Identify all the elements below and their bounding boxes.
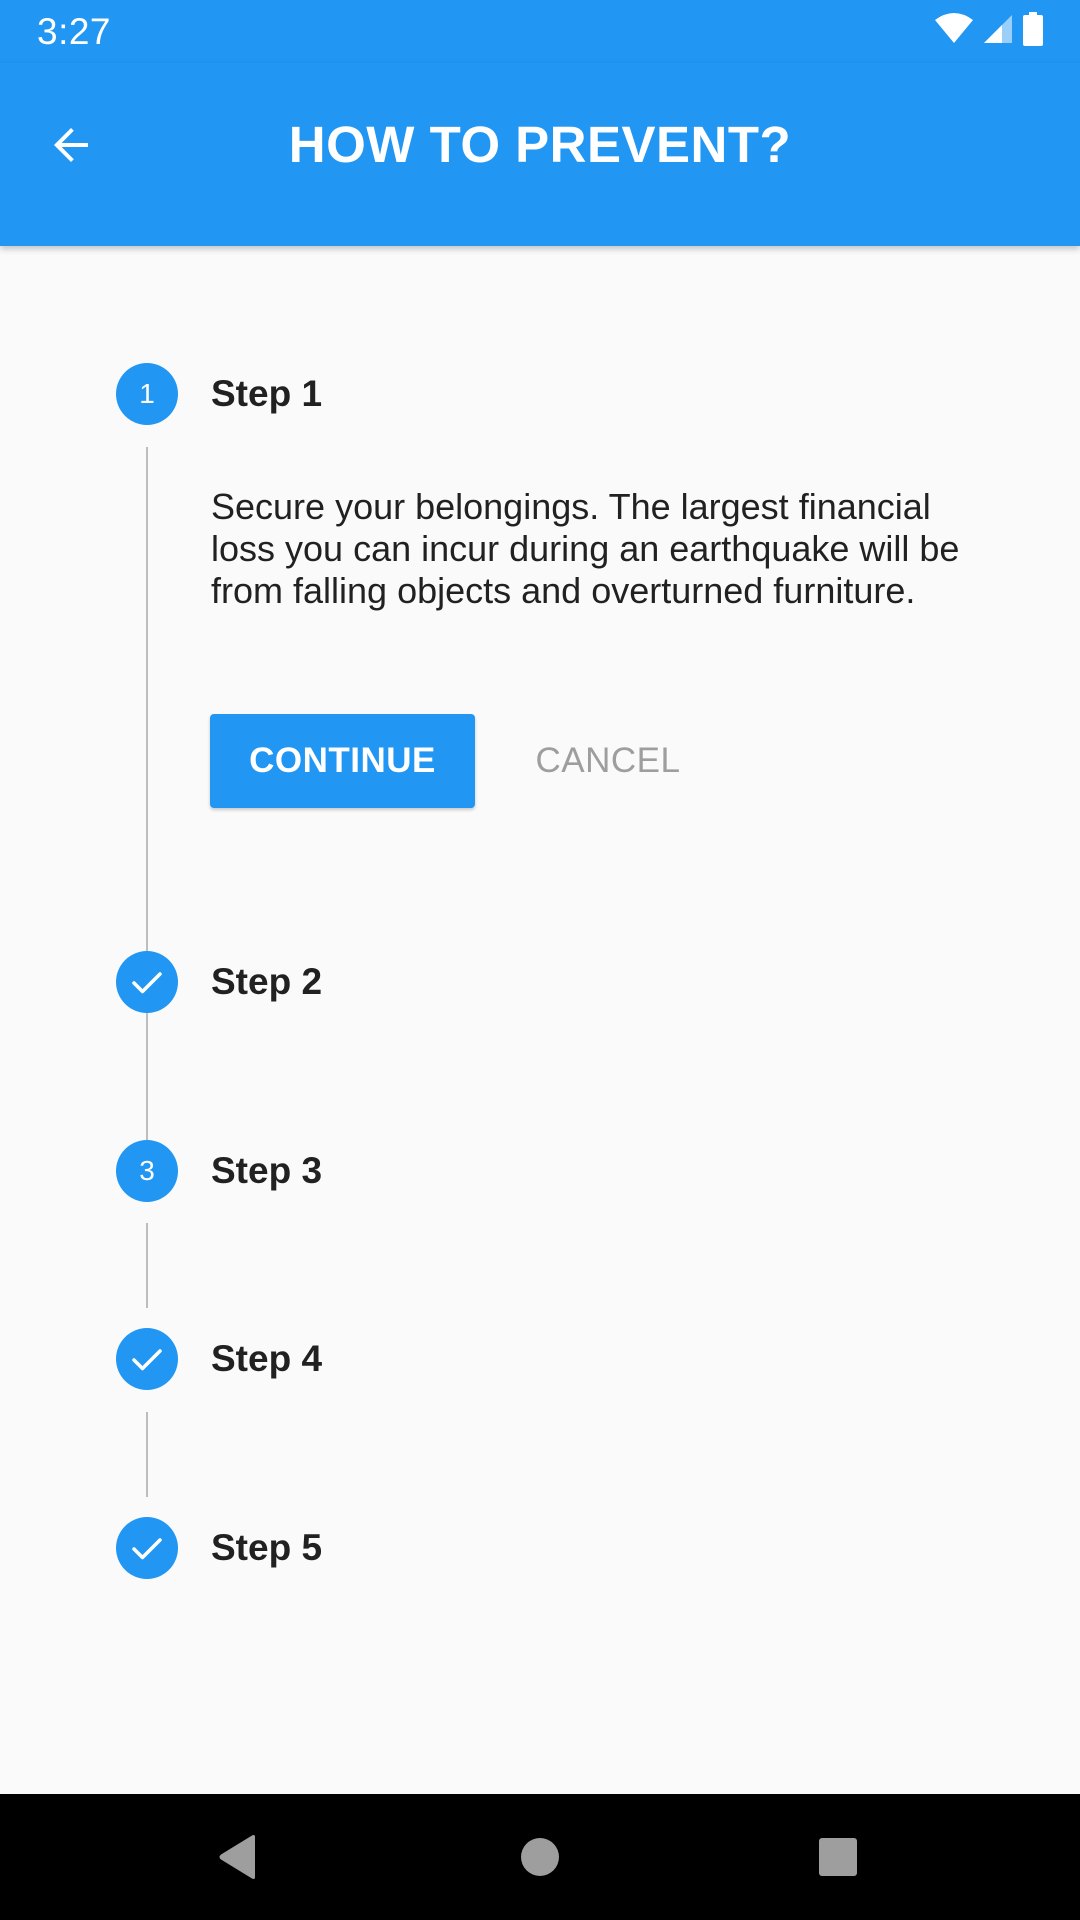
back-triangle-icon xyxy=(219,1835,255,1879)
home-circle-icon xyxy=(521,1838,559,1876)
step-5-badge[interactable] xyxy=(116,1517,178,1579)
step-2-connector xyxy=(146,1034,148,1119)
check-icon xyxy=(132,1349,162,1371)
step-4-label[interactable]: Step 4 xyxy=(211,1328,322,1390)
nav-home-button[interactable] xyxy=(500,1817,580,1897)
check-icon xyxy=(132,972,162,994)
nav-back-button[interactable] xyxy=(198,1817,278,1897)
step-3-badge[interactable]: 3 xyxy=(116,1140,178,1202)
check-icon xyxy=(132,1538,162,1560)
step-2-badge[interactable] xyxy=(116,951,178,1013)
continue-button[interactable]: CONTINUE xyxy=(210,714,475,808)
page-title: HOW TO PREVENT? xyxy=(288,116,792,173)
step-1-label[interactable]: Step 1 xyxy=(211,363,322,425)
stepper: 1 Step 1 Secure your belongings. The lar… xyxy=(0,246,1080,1794)
step-1-number: 1 xyxy=(139,378,155,409)
app-bar: HOW TO PREVENT? xyxy=(0,63,1080,246)
battery-icon xyxy=(1022,11,1044,51)
status-icons xyxy=(934,11,1044,51)
step-4-connector xyxy=(146,1412,148,1497)
cancel-button[interactable]: CANCEL xyxy=(505,714,711,808)
system-nav-bar xyxy=(0,1794,1080,1920)
recents-square-icon xyxy=(819,1838,857,1876)
step-4-badge[interactable] xyxy=(116,1328,178,1390)
status-bar: 3:27 xyxy=(0,0,1080,63)
step-5-label[interactable]: Step 5 xyxy=(211,1517,322,1579)
step-3-connector xyxy=(146,1223,148,1308)
cell-signal-icon xyxy=(982,13,1014,50)
step-1-badge[interactable]: 1 xyxy=(116,363,178,425)
nav-recents-button[interactable] xyxy=(798,1817,878,1897)
step-3-number: 3 xyxy=(139,1155,155,1186)
status-time: 3:27 xyxy=(37,11,112,52)
step-1-description: Secure your belongings. The largest fina… xyxy=(211,486,960,611)
step-2-label[interactable]: Step 2 xyxy=(211,951,322,1013)
step-3-label[interactable]: Step 3 xyxy=(211,1140,322,1202)
wifi-icon xyxy=(934,12,974,50)
